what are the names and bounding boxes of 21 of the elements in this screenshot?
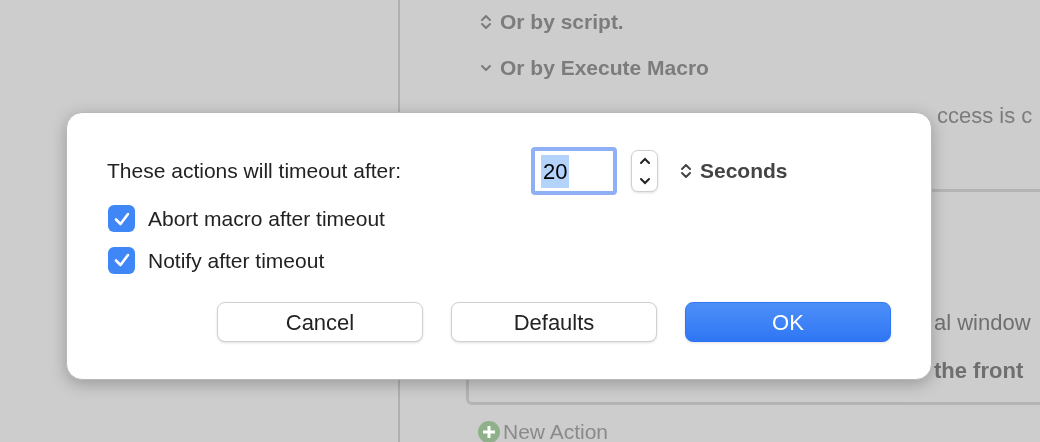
plus-icon [478,420,500,442]
timeout-label: These actions will timeout after: [107,158,403,185]
action-text: al window [934,309,1031,337]
chevron-down-icon [638,177,651,185]
chevron-down-icon [480,63,492,72]
timeout-field[interactable]: 20 [531,147,617,195]
checkbox-label: Abort macro after timeout [148,206,385,232]
field-value: 20 [541,154,570,188]
ok-button[interactable]: OK [685,302,891,342]
action-text: the front [934,357,1024,385]
checkbox[interactable] [108,246,135,274]
checkbox[interactable] [108,205,135,233]
stepper[interactable] [631,150,658,192]
dialog-button[interactable]: Cancel [217,302,423,342]
dialog-button[interactable]: Defaults [451,302,657,342]
checkbox-label: Notify after timeout [148,247,325,274]
chevron-up-icon [638,157,651,165]
up-down-icon [680,162,692,180]
up-down-icon [480,12,492,31]
unit-popup[interactable]: Seconds [680,155,788,187]
description-text: ccess is c [937,102,1033,130]
